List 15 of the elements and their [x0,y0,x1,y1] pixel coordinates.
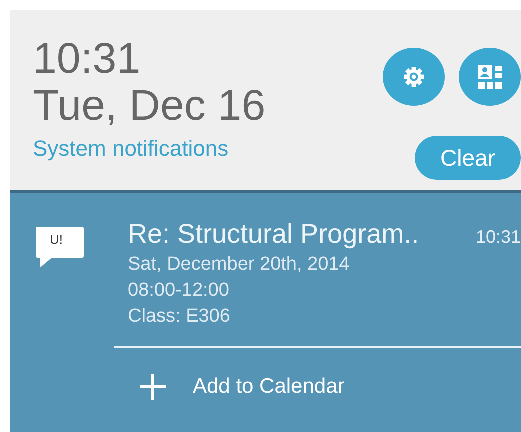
settings-icon [403,66,425,88]
notification-line: 08:00-12:00 [128,279,230,303]
bubble-label: U! [50,232,63,247]
contact-grid-icon [477,64,503,90]
notification-title: Re: Structural Program.. [128,219,420,250]
clear-button[interactable]: Clear [415,136,521,180]
add-to-calendar-button[interactable]: Add to Calendar [140,374,345,400]
system-notifications-link[interactable]: System notifications [33,136,266,162]
notification-time: 10:31 [476,227,521,248]
notification-line: Sat, December 20th, 2014 [128,253,351,277]
plus-icon [140,374,166,400]
clock-date: Tue, Dec 16 [33,83,266,130]
notification-line: Class: E306 [128,305,232,329]
notification-card[interactable]: U! Re: Structural Program.. 10:31 Sat, December 20th, 2014 08:00-12:00 Class: E306 Add to Calendar [10,193,521,432]
clock-time: 10:31 [33,36,142,83]
